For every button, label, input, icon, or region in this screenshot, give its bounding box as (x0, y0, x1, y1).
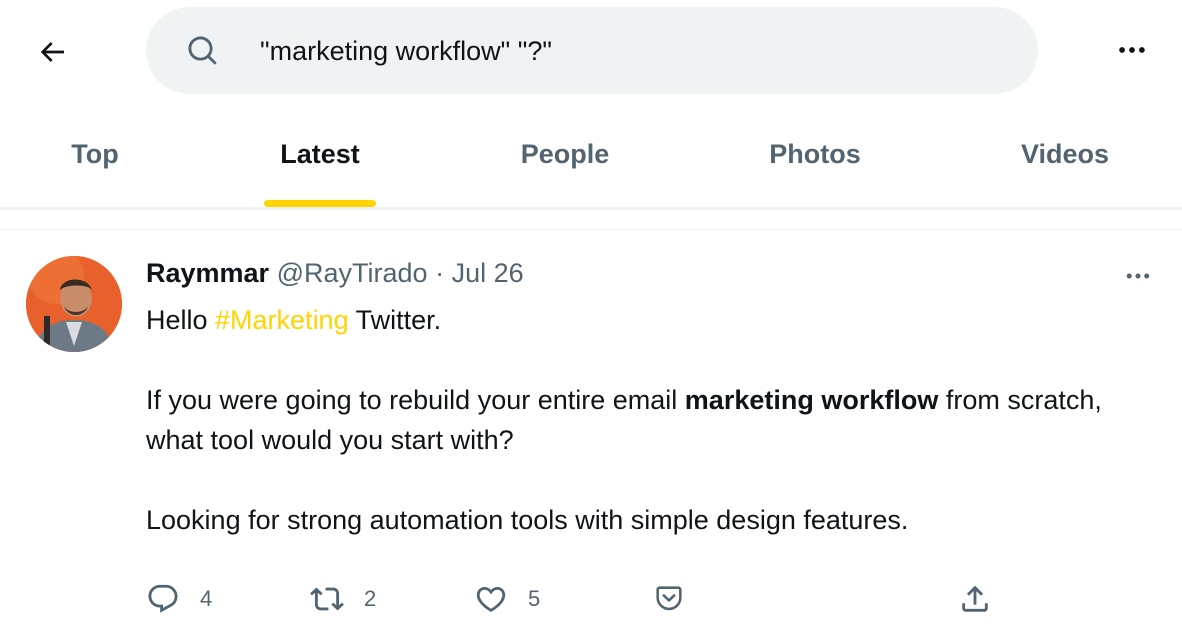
tab-photos[interactable]: Photos (720, 110, 910, 208)
tab-label: Latest (280, 139, 360, 169)
search-icon (188, 36, 217, 65)
back-button[interactable] (28, 28, 76, 76)
like-button[interactable]: 5 (474, 575, 540, 623)
retweet-button[interactable]: 2 (310, 575, 376, 623)
tweet-line-1: Hello #Marketing Twitter. (146, 300, 1146, 340)
like-count: 5 (528, 586, 541, 611)
retweet-count: 2 (364, 586, 377, 611)
highlighted-term: marketing workflow (684, 385, 939, 415)
reply-icon (148, 584, 178, 613)
tab-label: Top (71, 139, 119, 169)
tweet[interactable]: Raymmar @RayTirado · Jul 26 Hello #Marke… (0, 230, 1182, 644)
tweet-paragraph-3: Looking for strong automation tools with… (146, 505, 909, 535)
heart-icon (476, 586, 506, 612)
active-tab-indicator (264, 200, 376, 207)
reply-button[interactable]: 4 (146, 575, 212, 623)
tab-label: Videos (1020, 139, 1110, 169)
tab-people[interactable]: People (470, 110, 660, 208)
tweet-more-button[interactable] (1114, 260, 1162, 292)
tab-label: Photos (769, 139, 861, 169)
author-name[interactable]: Raymmar (146, 258, 269, 288)
tweet-paragraph-2: If you were going to rebuild your entire… (146, 380, 1146, 460)
search-header (0, 0, 1182, 110)
more-horizontal-icon (1126, 273, 1150, 279)
share-icon (962, 585, 988, 612)
retweet-icon (310, 587, 344, 611)
search-box[interactable] (146, 7, 1038, 94)
hashtag-link[interactable]: #Marketing (215, 305, 349, 335)
text-segment: Hello (146, 305, 216, 335)
text-segment: If you were going to rebuild your entire… (146, 385, 685, 415)
header-separator: · (435, 258, 445, 288)
reply-count: 4 (200, 586, 213, 611)
save-to-pocket-button[interactable] (652, 575, 686, 623)
arrow-left-icon (40, 42, 64, 62)
search-results-page: Top Latest People Photos Videos (0, 0, 1182, 644)
tweet-actions: 4 2 5 (0, 575, 1182, 623)
search-input[interactable] (260, 29, 1000, 73)
search-tabs: Top Latest People Photos Videos (0, 110, 1182, 208)
more-options-button[interactable] (1108, 30, 1156, 70)
pocket-icon (656, 586, 682, 611)
tabs-divider (0, 207, 1182, 210)
tweet-header: Raymmar @RayTirado · Jul 26 (146, 258, 524, 294)
tab-latest[interactable]: Latest (225, 110, 415, 208)
tweet-date[interactable]: Jul 26 (452, 258, 524, 288)
avatar[interactable] (26, 256, 122, 352)
tab-label: People (520, 139, 610, 169)
more-horizontal-icon (1119, 47, 1145, 53)
tab-videos[interactable]: Videos (970, 110, 1160, 208)
avatar-image (26, 256, 122, 352)
tweet-text: Hello #Marketing Twitter. If you were go… (146, 300, 1146, 540)
tab-top[interactable]: Top (0, 110, 190, 208)
text-segment: Twitter. (348, 305, 442, 335)
author-handle[interactable]: @RayTirado (277, 258, 428, 288)
share-button[interactable] (958, 575, 992, 623)
